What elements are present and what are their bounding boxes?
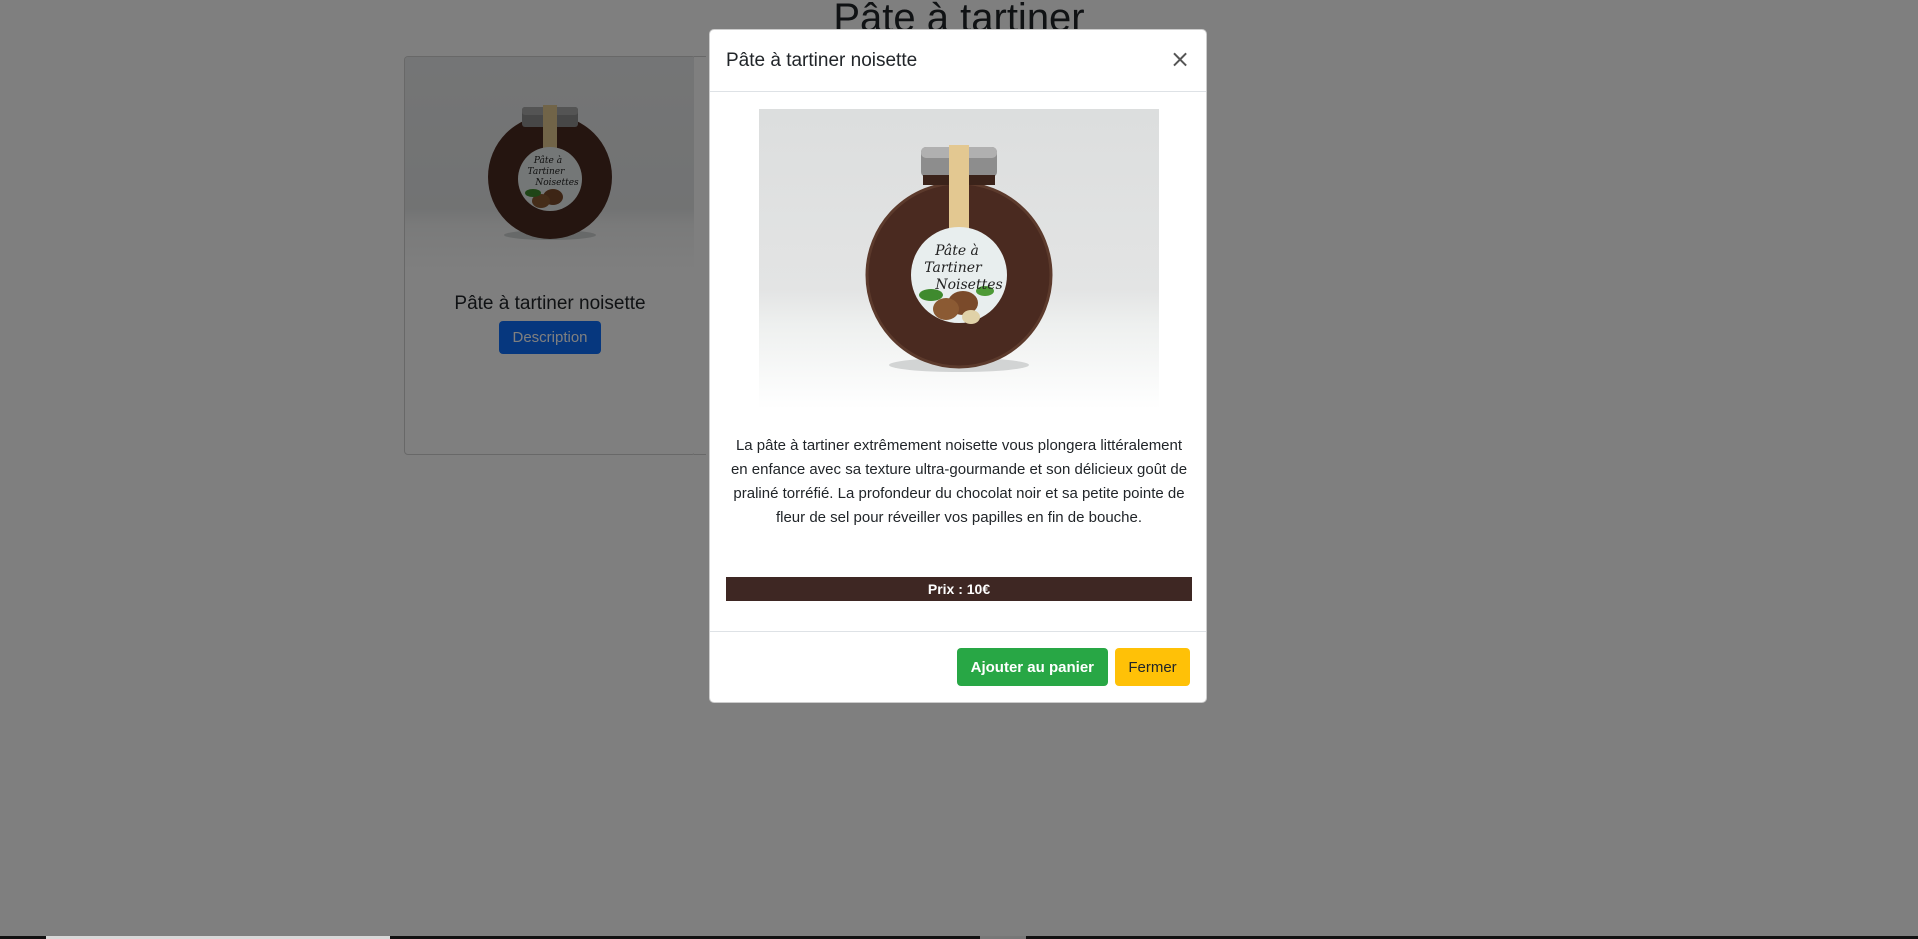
- modal-footer: Ajouter au panier Fermer: [710, 632, 1206, 702]
- modal-header: Pâte à tartiner noisette ×: [710, 30, 1206, 92]
- modal-title: Pâte à tartiner noisette: [726, 50, 918, 71]
- modal-body: Pâte à Tartiner Noisettes La pâte à tart…: [710, 92, 1206, 632]
- modal-jar-label-line3: Noisettes: [934, 277, 1002, 293]
- modal-product-image: Pâte à Tartiner Noisettes: [759, 109, 1159, 409]
- close-icon[interactable]: ×: [1170, 46, 1190, 72]
- close-button[interactable]: Fermer: [1115, 648, 1190, 686]
- add-to-cart-button[interactable]: Ajouter au panier: [956, 648, 1108, 686]
- modal-jar-label-line1: Pâte à: [934, 243, 979, 259]
- price-bar: Prix : 10€: [726, 577, 1192, 601]
- modal-jar-label-line2: Tartiner: [924, 260, 983, 276]
- product-modal: Pâte à tartiner noisette × Pâte à Tartin…: [709, 29, 1207, 703]
- page: Pâte à tartiner Pâte à Tartiner Noisette…: [0, 0, 1918, 939]
- product-description: La pâte à tartiner extrêmement noisette …: [730, 437, 1188, 526]
- jar-image: Pâte à Tartiner Noisettes: [865, 145, 1053, 372]
